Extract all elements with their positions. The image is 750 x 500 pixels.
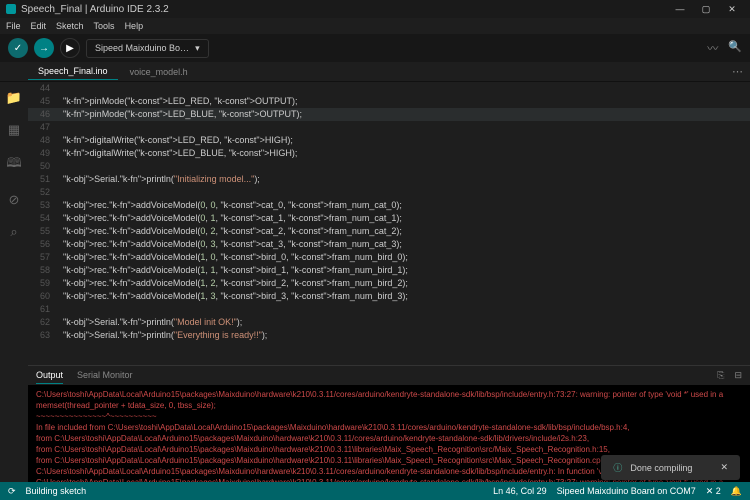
copy-output-icon[interactable]: ⎘ bbox=[717, 370, 724, 381]
board-label: Sipeed Maixduino Bo… bbox=[95, 43, 189, 53]
status-bell-icon[interactable]: 🔔 bbox=[731, 486, 742, 497]
code-editor[interactable]: 4445 "k-fn">pinMode("k-const">LED_RED, "… bbox=[28, 82, 750, 365]
search-icon[interactable]: ⌕ bbox=[10, 224, 17, 240]
menu-edit[interactable]: Edit bbox=[31, 21, 47, 31]
status-sync-icon[interactable]: ⟳ bbox=[8, 486, 16, 497]
serial-plotter-icon[interactable]: 〰 bbox=[707, 40, 718, 56]
boards-icon[interactable]: ▦ bbox=[8, 122, 20, 138]
serial-monitor-tab[interactable]: Serial Monitor bbox=[77, 367, 133, 384]
board-selector[interactable]: Sipeed Maixduino Bo… ▾ bbox=[86, 39, 209, 58]
app-icon bbox=[6, 4, 16, 14]
tab-sketch[interactable]: Speech_Final.ino bbox=[28, 63, 118, 80]
minimize-button[interactable]: ― bbox=[668, 0, 692, 18]
tab-overflow[interactable]: ⋯ bbox=[732, 65, 744, 78]
library-icon[interactable]: 🕮 bbox=[6, 154, 21, 176]
notification: ⓘ Done compiling ✕ bbox=[601, 455, 740, 480]
debug-button[interactable]: ▶ bbox=[60, 38, 80, 58]
notification-close[interactable]: ✕ bbox=[720, 462, 728, 473]
close-button[interactable]: ✕ bbox=[720, 0, 744, 18]
menu-sketch[interactable]: Sketch bbox=[56, 21, 84, 31]
menu-help[interactable]: Help bbox=[125, 21, 144, 31]
menu-file[interactable]: File bbox=[6, 21, 21, 31]
maximize-button[interactable]: ▢ bbox=[694, 0, 718, 18]
chevron-down-icon: ▾ bbox=[195, 43, 200, 54]
serial-monitor-icon[interactable]: 🔍 bbox=[728, 40, 742, 56]
status-errors: ✕ 2 bbox=[706, 486, 721, 497]
debug-icon[interactable]: ⊘ bbox=[9, 192, 20, 208]
status-board: Sipeed Maixduino Board on COM7 bbox=[557, 486, 696, 496]
output-tab[interactable]: Output bbox=[36, 367, 63, 384]
menu-bar: File Edit Sketch Tools Help bbox=[0, 18, 750, 34]
status-left-text: Building sketch bbox=[26, 486, 87, 496]
folder-icon[interactable]: 📁 bbox=[6, 90, 22, 106]
expand-output-icon[interactable]: ⊟ bbox=[734, 370, 742, 381]
window-title: Speech_Final | Arduino IDE 2.3.2 bbox=[21, 4, 169, 15]
menu-tools[interactable]: Tools bbox=[94, 21, 115, 31]
status-cursor: Ln 46, Col 29 bbox=[493, 486, 547, 496]
notification-text: Done compiling bbox=[630, 463, 692, 473]
tab-header[interactable]: voice_model.h bbox=[120, 64, 198, 80]
verify-button[interactable]: ✓ bbox=[8, 38, 28, 58]
info-icon: ⓘ bbox=[613, 461, 622, 474]
upload-button[interactable]: → bbox=[34, 38, 54, 58]
